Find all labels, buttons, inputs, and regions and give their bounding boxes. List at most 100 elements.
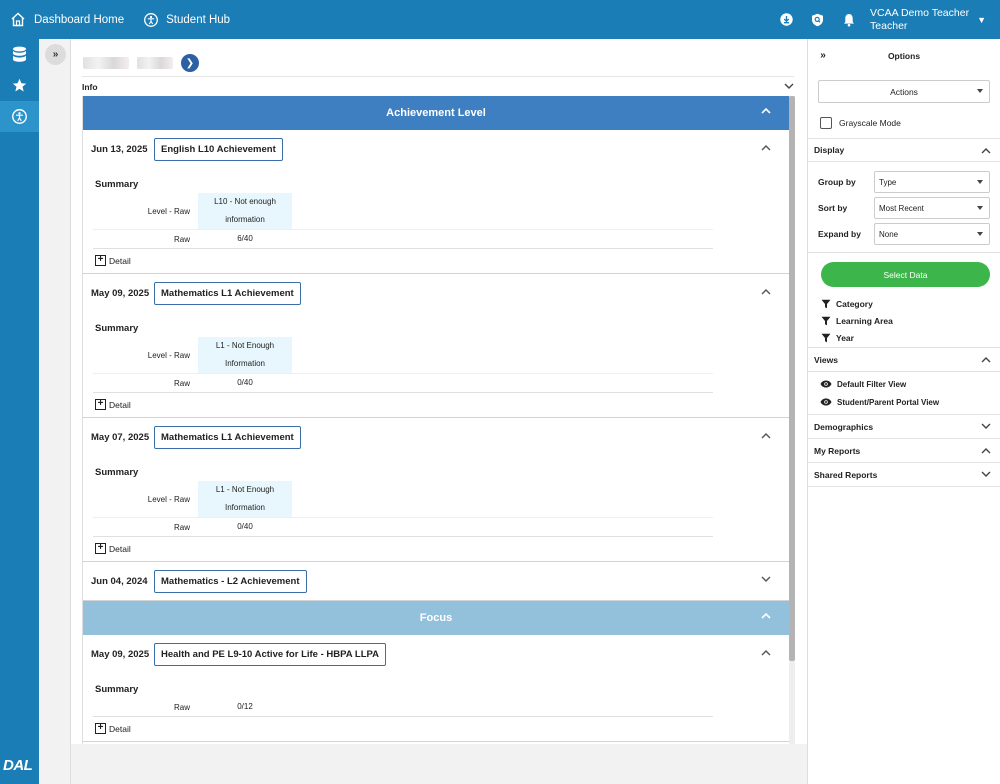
- display-title: Display: [814, 145, 845, 155]
- summary-row: Raw 0/40: [93, 374, 713, 392]
- star-icon: [12, 78, 27, 92]
- chevron-down-icon: [981, 471, 991, 477]
- breadcrumb-next-button[interactable]: ❯: [181, 54, 199, 72]
- group-by-row: Group by Type: [808, 169, 1000, 195]
- footer-strip: [71, 744, 807, 784]
- my-reports-title: My Reports: [814, 445, 861, 456]
- download-button[interactable]: [771, 13, 802, 26]
- detail-toggle[interactable]: + Detail: [83, 393, 789, 417]
- group-by-value: Type: [879, 177, 897, 187]
- results-scrollbar[interactable]: [789, 96, 795, 744]
- group-by-select[interactable]: Type: [874, 171, 990, 193]
- nav-student-hub[interactable]: Student Hub: [134, 0, 240, 39]
- bell-icon: [843, 13, 854, 26]
- chevron-down-icon[interactable]: [761, 576, 771, 583]
- result-item-header[interactable]: Jun 04, 2024 Mathematics - L2 Achievemen…: [83, 562, 789, 600]
- detail-label: Detail: [109, 543, 131, 554]
- result-item-header[interactable]: May 09, 2025 Mathematics L1 Achievement: [83, 274, 789, 312]
- result-title-button[interactable]: Mathematics L1 Achievement: [154, 425, 301, 449]
- leftnav-favorites-button[interactable]: [0, 70, 39, 101]
- nav-dashboard-home[interactable]: Dashboard Home: [0, 0, 134, 39]
- result-date: May 09, 2025: [91, 287, 150, 299]
- summary-row-value: 0/40: [237, 378, 253, 387]
- result-item-header[interactable]: Jun 13, 2025 English L10 Achievement: [83, 130, 789, 168]
- result-title-button[interactable]: Mathematics - L2 Achievement: [154, 569, 307, 593]
- sort-by-row: Sort by Most Recent: [808, 195, 1000, 221]
- notifications-button[interactable]: [833, 13, 864, 27]
- detail-label: Detail: [109, 255, 131, 266]
- shared-reports-section-toggle[interactable]: Shared Reports: [808, 463, 1000, 487]
- my-reports-section-toggle[interactable]: My Reports: [808, 439, 1000, 463]
- download-icon: [780, 13, 793, 26]
- view-default-filter[interactable]: Default Filter View: [808, 375, 1000, 393]
- expand-panel-button[interactable]: »: [45, 44, 66, 65]
- view-student-parent-portal[interactable]: Student/Parent Portal View: [808, 393, 1000, 411]
- demographics-section-toggle[interactable]: Demographics: [808, 415, 1000, 439]
- grayscale-checkbox[interactable]: [820, 117, 832, 129]
- grayscale-label: Grayscale Mode: [839, 118, 901, 128]
- detail-label: Detail: [109, 723, 131, 734]
- select-data-button[interactable]: Select Data: [821, 262, 990, 287]
- filter-icon: [821, 316, 831, 325]
- side-gutter: »: [39, 39, 71, 784]
- results-list[interactable]: Achievement Level Jun 13, 2025 English L…: [82, 96, 789, 744]
- double-chevron-right-icon[interactable]: »: [808, 50, 838, 61]
- plus-box-icon: +: [95, 723, 106, 734]
- top-bar: Dashboard Home Student Hub VCAA Demo Tea…: [0, 0, 1000, 39]
- shared-reports-title: Shared Reports: [814, 469, 878, 480]
- summary-heading: Summary: [95, 323, 139, 334]
- info-section-toggle[interactable]: Info: [82, 76, 794, 96]
- search-shield-button[interactable]: [802, 13, 833, 27]
- group-header-focus[interactable]: Focus: [83, 601, 789, 635]
- summary-table: Level - Raw L10 - Not enough information…: [93, 193, 713, 249]
- detail-label: Detail: [109, 399, 131, 410]
- detail-toggle[interactable]: + Detail: [83, 249, 789, 273]
- scrollbar-thumb[interactable]: [789, 96, 795, 661]
- breadcrumb: ❯: [83, 53, 199, 73]
- database-icon: [13, 46, 26, 62]
- result-title-button[interactable]: Health and PE L9-10 Active for Life - HB…: [154, 642, 387, 666]
- result-item: May 07, 2025 Mathematics L1 Achievement …: [83, 418, 789, 562]
- summary-table: Level - Raw L1 - Not Enough Information …: [93, 337, 713, 393]
- leftnav-student-hub-button[interactable]: [0, 101, 39, 132]
- display-section-toggle[interactable]: Display: [808, 138, 1000, 162]
- leftnav-data-button[interactable]: [0, 39, 39, 70]
- user-menu-caret-icon[interactable]: ▼: [977, 15, 986, 25]
- user-menu[interactable]: VCAA Demo Teacher Teacher: [870, 7, 969, 33]
- actions-dropdown[interactable]: Actions: [818, 80, 990, 103]
- grayscale-mode-option[interactable]: Grayscale Mode: [820, 117, 1000, 129]
- double-chevron-right-icon: »: [52, 49, 59, 60]
- dal-logo: DAL: [3, 757, 33, 774]
- chevron-up-icon: [761, 107, 771, 114]
- detail-toggle[interactable]: + Detail: [83, 537, 789, 561]
- result-title-button[interactable]: English L10 Achievement: [154, 137, 283, 161]
- chevron-up-icon: [981, 148, 991, 154]
- result-title-button[interactable]: Mathematics L1 Achievement: [154, 281, 301, 305]
- plus-box-icon: +: [95, 543, 106, 554]
- group-header-achievement-level[interactable]: Achievement Level: [83, 96, 789, 130]
- result-item: May 09, 2025 Mathematics L1 Achievement …: [83, 274, 789, 418]
- plus-box-icon: +: [95, 399, 106, 410]
- chevron-up-icon[interactable]: [761, 288, 771, 295]
- chevron-up-icon[interactable]: [761, 649, 771, 656]
- result-item-header[interactable]: May 09, 2025 Health and PE L9-10 Active …: [83, 635, 789, 673]
- views-section-toggle[interactable]: Views: [808, 348, 1000, 372]
- sort-by-select[interactable]: Most Recent: [874, 197, 990, 219]
- result-item: Jun 04, 2024 Mathematics - L2 Achievemen…: [83, 562, 789, 601]
- result-item-header[interactable]: May 07, 2025 Mathematics L1 Achievement: [83, 418, 789, 456]
- summary-row-label: Level - Raw: [147, 350, 190, 360]
- filter-learning-area[interactable]: Learning Area: [808, 312, 1000, 329]
- chevron-up-icon[interactable]: [761, 432, 771, 439]
- expand-by-select[interactable]: None: [874, 223, 990, 245]
- user-name: VCAA Demo Teacher: [870, 6, 970, 19]
- detail-toggle[interactable]: + Detail: [83, 717, 789, 741]
- filter-category[interactable]: Category: [808, 295, 1000, 312]
- demographics-title: Demographics: [814, 421, 874, 432]
- shield-search-icon: [812, 13, 824, 26]
- chevron-up-icon[interactable]: [761, 144, 771, 151]
- filter-year[interactable]: Year: [808, 329, 1000, 346]
- summary-row: Level - Raw L1 - Not Enough Information: [93, 481, 713, 518]
- summary-table: Raw 0/12: [93, 698, 713, 717]
- summary-row: Raw 0/12: [93, 698, 713, 716]
- accessibility-icon: [144, 12, 159, 27]
